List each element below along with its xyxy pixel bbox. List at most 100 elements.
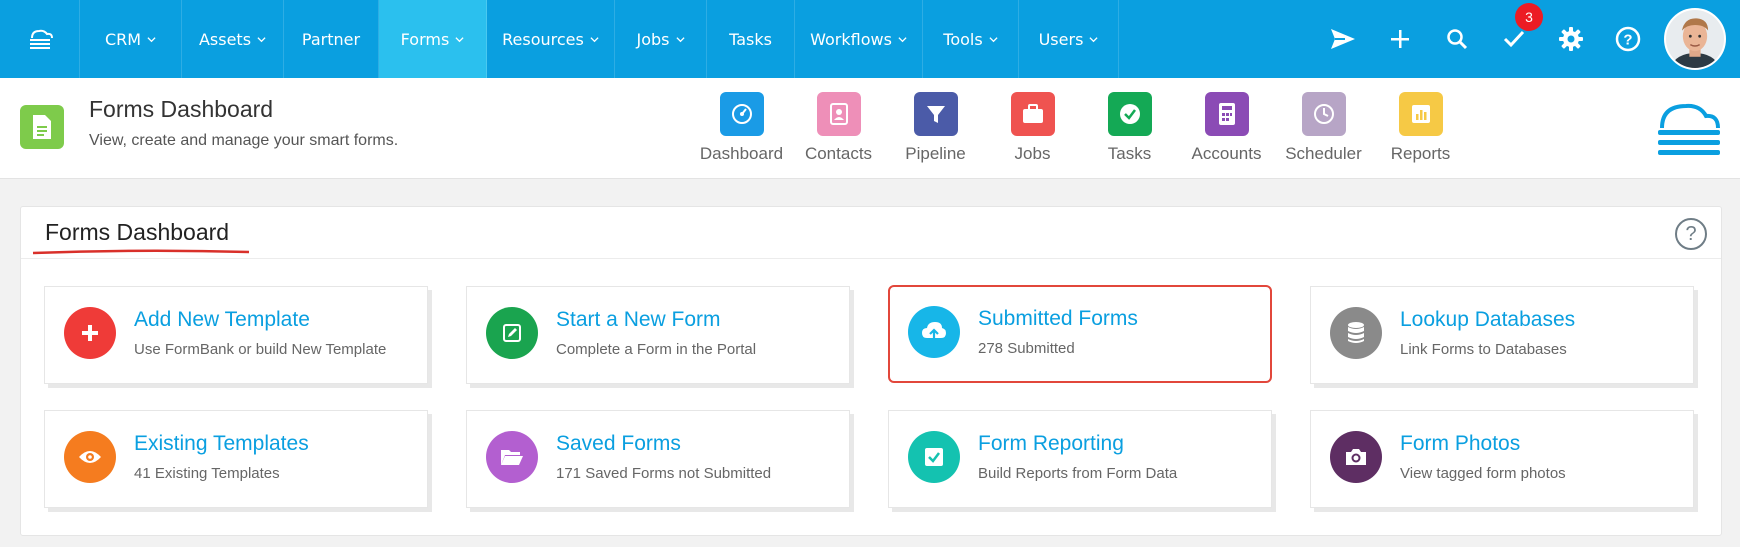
quick-link-reports[interactable]: Reports	[1372, 92, 1469, 164]
panel-header: Forms Dashboard ?	[21, 207, 1721, 259]
menu-item-tasks[interactable]: Tasks	[707, 0, 795, 78]
page-subtitle: View, create and manage your smart forms…	[89, 132, 399, 149]
card-subtitle: 171 Saved Forms not Submitted	[556, 465, 772, 482]
calculator-icon	[1204, 92, 1249, 136]
quick-link-label: Pipeline	[905, 144, 966, 163]
card-subtitle: Use FormBank or build New Template	[134, 341, 387, 358]
database-icon	[1330, 307, 1382, 359]
quick-link-contacts[interactable]: Contacts	[790, 92, 887, 164]
quick-link-label: Scheduler	[1285, 144, 1362, 163]
menu-item-label: Partner	[301, 29, 361, 49]
quick-link-tasks[interactable]: Tasks	[1081, 92, 1178, 164]
card-form-reporting[interactable]: Form Reporting Build Reports from Form D…	[888, 410, 1272, 508]
chevron-down-icon	[257, 36, 266, 42]
cloud-upload-icon	[908, 306, 960, 358]
chevron-down-icon	[989, 36, 998, 42]
funnel-icon	[913, 92, 958, 136]
menu-item-workflows[interactable]: Workflows	[795, 0, 923, 78]
tasks-checkmark-button[interactable]: 3	[1485, 0, 1543, 78]
card-title: Submitted Forms	[978, 307, 1138, 330]
chevron-down-icon	[590, 36, 599, 42]
card-title: Add New Template	[134, 308, 310, 331]
quick-link-pipeline[interactable]: Pipeline	[887, 92, 984, 164]
nav-actions: 3 ?	[1314, 0, 1740, 78]
card-subtitle: Link Forms to Databases	[1400, 341, 1567, 358]
forms-dashboard-panel: Forms Dashboard ? Add New Template Use F…	[20, 206, 1722, 536]
menu-item-label: Forms	[400, 29, 450, 49]
quick-link-accounts[interactable]: Accounts	[1178, 92, 1275, 164]
quick-link-scheduler[interactable]: Scheduler	[1275, 92, 1372, 164]
edit-icon	[486, 307, 538, 359]
menu-item-forms[interactable]: Forms	[379, 0, 487, 78]
plus-icon	[64, 307, 116, 359]
menu-item-label: Tasks	[729, 29, 772, 49]
card-saved-forms[interactable]: Saved Forms 171 Saved Forms not Submitte…	[466, 410, 850, 508]
menu-item-resources[interactable]: Resources	[487, 0, 615, 78]
card-start-new-form[interactable]: Start a New Form Complete a Form in the …	[466, 286, 850, 384]
quick-link-label: Dashboard	[699, 144, 784, 163]
chevron-down-icon	[147, 36, 156, 42]
plus-icon[interactable]	[1371, 0, 1428, 78]
speedometer-icon	[719, 92, 764, 136]
menu-item-users[interactable]: Users	[1019, 0, 1119, 78]
menu-item-tools[interactable]: Tools	[923, 0, 1019, 78]
eye-icon	[64, 431, 116, 483]
panel-title: Forms Dashboard	[45, 219, 230, 245]
card-subtitle: View tagged form photos	[1400, 465, 1566, 482]
menu-item-label: Users	[1038, 29, 1084, 49]
card-title: Form Reporting	[978, 432, 1124, 455]
gear-icon[interactable]	[1542, 0, 1599, 78]
menu-item-assets[interactable]: Assets	[182, 0, 284, 78]
quick-link-label: Reports	[1390, 144, 1451, 163]
svg-text:?: ?	[1623, 32, 1632, 49]
card-form-photos[interactable]: Form Photos View tagged form photos	[1310, 410, 1694, 508]
top-navigation-bar: CRM Assets Partner Forms Resources Jobs …	[0, 0, 1740, 78]
checkmark-icon	[1503, 30, 1524, 48]
main-menu: CRM Assets Partner Forms Resources Jobs …	[80, 0, 1119, 78]
camera-icon	[1330, 431, 1382, 483]
chevron-down-icon	[1089, 36, 1098, 42]
quick-link-jobs[interactable]: Jobs	[984, 92, 1081, 164]
chevron-down-icon	[898, 36, 907, 42]
menu-item-label: Tools	[943, 29, 983, 49]
quick-link-label: Contacts	[804, 144, 873, 163]
card-title: Form Photos	[1400, 432, 1521, 455]
search-icon[interactable]	[1428, 0, 1485, 78]
notification-badge: 3	[1515, 3, 1543, 31]
card-existing-templates[interactable]: Existing Templates 41 Existing Templates	[44, 410, 428, 508]
menu-item-label: Assets	[198, 29, 252, 49]
quick-link-dashboard[interactable]: Dashboard	[693, 92, 790, 164]
quick-links: Dashboard Contacts Pipeline Jobs Tasks A…	[693, 92, 1469, 164]
menu-item-label: Jobs	[636, 29, 670, 49]
menu-item-jobs[interactable]: Jobs	[615, 0, 707, 78]
brand-logo-icon	[1656, 100, 1722, 164]
menu-item-label: Resources	[502, 29, 584, 49]
card-title: Existing Templates	[134, 432, 309, 455]
avatar[interactable]	[1664, 8, 1726, 70]
briefcase-icon	[1010, 92, 1055, 136]
address-book-icon	[816, 92, 861, 136]
menu-item-label: Workflows	[810, 29, 892, 49]
card-add-new-template[interactable]: Add New Template Use FormBank or build N…	[44, 286, 428, 384]
card-submitted-forms[interactable]: Submitted Forms 278 Submitted	[888, 285, 1272, 383]
menu-item-label: CRM	[104, 29, 142, 49]
help-button[interactable]: ?	[1675, 218, 1707, 250]
bar-chart-icon	[1398, 92, 1443, 136]
page-header: Forms Dashboard View, create and manage …	[0, 78, 1740, 179]
menu-item-partner[interactable]: Partner	[284, 0, 379, 78]
quick-link-label: Jobs	[1014, 144, 1051, 163]
document-icon	[20, 105, 64, 149]
card-title: Saved Forms	[556, 432, 681, 455]
card-title: Lookup Databases	[1400, 308, 1576, 331]
chevron-down-icon	[455, 36, 464, 42]
menu-item-crm[interactable]: CRM	[80, 0, 182, 78]
quick-link-label: Tasks	[1107, 144, 1152, 163]
card-lookup-databases[interactable]: Lookup Databases Link Forms to Databases	[1310, 286, 1694, 384]
chevron-down-icon	[675, 36, 685, 42]
clock-icon	[1301, 92, 1346, 136]
help-icon[interactable]: ?	[1599, 0, 1656, 78]
card-subtitle: Build Reports from Form Data	[978, 465, 1178, 482]
send-icon[interactable]	[1314, 0, 1371, 78]
page-title: Forms Dashboard	[89, 96, 274, 122]
app-logo-icon[interactable]	[0, 0, 80, 78]
